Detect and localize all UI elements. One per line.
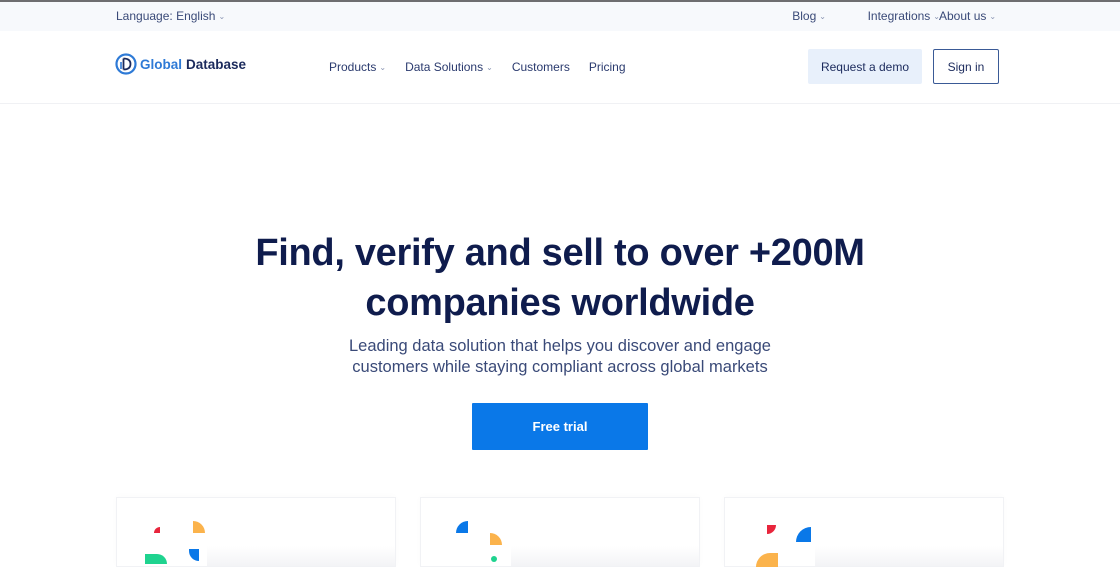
main-nav: Products ⌄ Data Solutions ⌄ Customers Pric… bbox=[329, 60, 645, 74]
chevron-down-icon: ⌄ bbox=[218, 12, 226, 21]
hero-title-line-1: Find, verify and sell to over +200M bbox=[255, 232, 865, 274]
utility-link-about-us[interactable]: About us ⌄ bbox=[939, 9, 996, 23]
nav-item-products[interactable]: Products ⌄ bbox=[329, 60, 386, 74]
nav-pricing-label: Pricing bbox=[588, 60, 626, 74]
nav-item-customers[interactable]: Customers bbox=[512, 60, 570, 74]
logo[interactable]: Global Database bbox=[115, 53, 246, 75]
logo-text-global: Global bbox=[140, 56, 183, 72]
utility-link-blog[interactable]: Blog ⌄ bbox=[792, 9, 826, 23]
sign-in-button[interactable]: Sign in bbox=[933, 49, 999, 84]
blue-shape-icon bbox=[456, 521, 468, 533]
blue-shape-icon bbox=[189, 549, 199, 561]
chevron-down-icon: ⌄ bbox=[486, 63, 493, 72]
logo-text-database: Database bbox=[186, 56, 247, 72]
language-value: English bbox=[176, 9, 216, 23]
yellow-shape-icon bbox=[193, 521, 205, 533]
hero-subtitle: Leading data solution that helps you dis… bbox=[0, 336, 1120, 378]
blue-shape-icon bbox=[796, 527, 811, 542]
red-shape-icon bbox=[767, 525, 776, 534]
card-shadow bbox=[815, 546, 1003, 566]
feature-card-1[interactable] bbox=[116, 497, 396, 567]
language-label: Language: bbox=[116, 9, 173, 23]
yellow-shape-icon bbox=[756, 553, 778, 567]
hero-subtitle-line-1: Leading data solution that helps you dis… bbox=[349, 337, 771, 355]
nav-item-pricing[interactable]: Pricing bbox=[589, 60, 626, 74]
feature-card-3[interactable] bbox=[724, 497, 1004, 567]
main-header: Global Database Products ⌄ Data Solutions… bbox=[0, 31, 1120, 104]
hero-subtitle-line-2: customers while staying compliant across… bbox=[352, 358, 768, 376]
card-shadow bbox=[511, 546, 699, 566]
green-shape-icon bbox=[491, 556, 497, 562]
nav-item-data-solutions[interactable]: Data Solutions ⌄ bbox=[405, 60, 493, 74]
chevron-down-icon: ⌄ bbox=[989, 12, 997, 21]
chevron-down-icon: ⌄ bbox=[819, 12, 826, 21]
hero-title: Find, verify and sell to over +200M comp… bbox=[0, 228, 1120, 328]
hero-title-line-2: companies worldwide bbox=[365, 282, 755, 324]
language-selector[interactable]: Language: English ⌄ bbox=[116, 9, 225, 23]
nav-products-label: Products bbox=[329, 60, 377, 74]
integrations-label: Integrations bbox=[867, 9, 931, 23]
free-trial-button[interactable]: Free trial bbox=[472, 403, 648, 450]
blog-label: Blog bbox=[792, 9, 817, 23]
green-shape-icon bbox=[145, 554, 167, 564]
card-shadow bbox=[207, 546, 395, 566]
chevron-down-icon: ⌄ bbox=[379, 63, 387, 72]
request-demo-button[interactable]: Request a demo bbox=[808, 49, 922, 84]
utility-bar: Language: English ⌄ Blog ⌄ Integrations ⌄ A… bbox=[0, 2, 1120, 31]
red-shape-icon bbox=[154, 527, 160, 533]
yellow-shape-icon bbox=[490, 533, 502, 545]
globe-d-logo-icon bbox=[115, 53, 137, 75]
feature-card-2[interactable] bbox=[420, 497, 700, 567]
about-us-label: About us bbox=[939, 9, 987, 23]
nav-customers-label: Customers bbox=[511, 60, 570, 74]
nav-data-solutions-label: Data Solutions bbox=[405, 60, 484, 74]
utility-link-integrations[interactable]: Integrations ⌄ bbox=[868, 9, 940, 23]
